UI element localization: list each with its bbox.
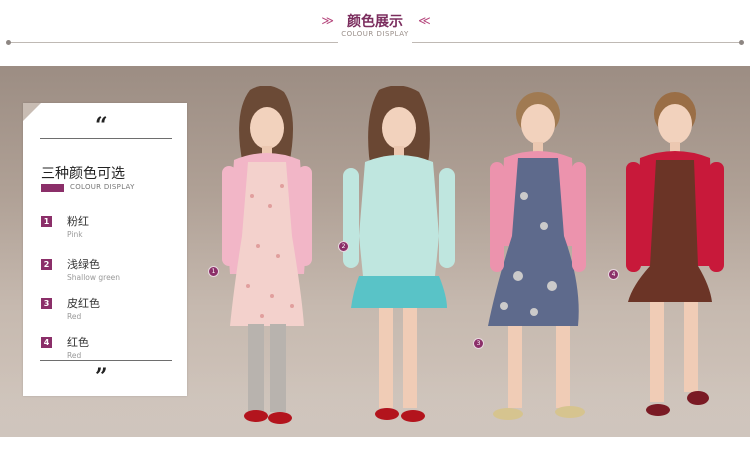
header-title-row: ≫ 颜色展示 ≪ bbox=[0, 10, 750, 31]
option-english-name: Red bbox=[67, 351, 82, 360]
header-divider-right bbox=[412, 42, 740, 43]
color-options-card: “ 三种颜色可选 COLOUR DISPLAY 1 粉红 Pink 2 浅绿色 … bbox=[23, 103, 187, 396]
option-english-name: Red bbox=[67, 312, 82, 321]
option-english-name: Shallow green bbox=[67, 273, 121, 282]
model-green-cardigan bbox=[335, 86, 465, 431]
color-option-item: 1 粉红 Pink bbox=[41, 212, 181, 242]
marker-4: 4 bbox=[608, 269, 619, 280]
option-name: 浅绿色 bbox=[67, 258, 100, 271]
model-pink-cardigan bbox=[212, 86, 322, 431]
option-english-name: Pink bbox=[67, 230, 83, 239]
option-name: 皮红色 bbox=[67, 297, 100, 310]
quote-open-icon: “ bbox=[95, 113, 108, 139]
option-number-badge: 4 bbox=[41, 337, 52, 348]
chevron-left-double-icon: ≪ bbox=[418, 13, 430, 28]
color-option-item: 3 皮红色 Red bbox=[41, 294, 181, 324]
model-salmon-cardigan bbox=[478, 86, 608, 431]
divider-dot-left bbox=[6, 40, 11, 45]
color-option-item: 2 浅绿色 Shallow green bbox=[41, 255, 181, 285]
card-heading: 三种颜色可选 bbox=[41, 166, 125, 182]
section-header: ≫ 颜色展示 ≪ COLOUR DISPLAY bbox=[0, 0, 750, 62]
option-number-badge: 1 bbox=[41, 216, 52, 227]
chevron-right-double-icon: ≫ bbox=[321, 13, 333, 28]
option-number-badge: 2 bbox=[41, 259, 52, 270]
model-red-cardigan bbox=[620, 86, 735, 431]
card-divider-bottom bbox=[40, 360, 172, 361]
accent-bar bbox=[41, 184, 64, 192]
card-divider-top bbox=[40, 138, 172, 139]
card-sub-label: COLOUR DISPLAY bbox=[70, 183, 135, 191]
divider-dot-right bbox=[739, 40, 744, 45]
option-name: 红色 bbox=[67, 336, 89, 349]
section-title: 颜色展示 bbox=[347, 13, 403, 30]
marker-1: 1 bbox=[208, 266, 219, 277]
option-name: 粉红 bbox=[67, 215, 89, 228]
quote-close-icon: ” bbox=[95, 364, 108, 390]
header-divider-left bbox=[10, 42, 338, 43]
option-number-badge: 3 bbox=[41, 298, 52, 309]
marker-3: 3 bbox=[473, 338, 484, 349]
folded-corner bbox=[23, 103, 41, 121]
section-subtitle: COLOUR DISPLAY bbox=[341, 30, 409, 38]
color-option-item: 4 红色 Red bbox=[41, 333, 181, 363]
marker-2: 2 bbox=[338, 241, 349, 252]
